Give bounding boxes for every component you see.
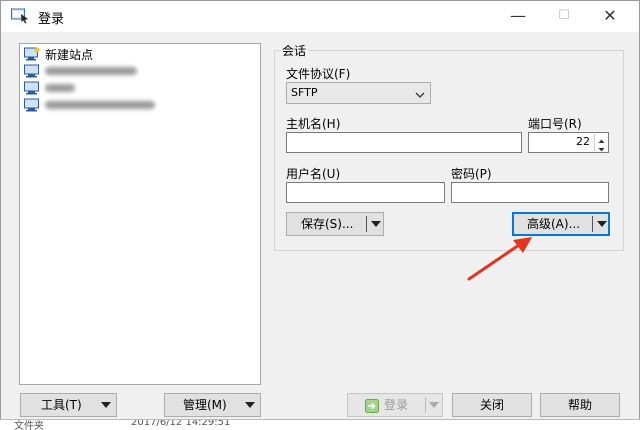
- protocol-label: 文件协议(F): [286, 67, 351, 81]
- save-button-label: 保存(S)...: [301, 217, 354, 231]
- title-bar: 登录 — ☐ ✕: [1, 1, 639, 32]
- dropdown-arrow-icon[interactable]: [371, 221, 381, 227]
- site-tree[interactable]: 新建站点: [19, 43, 261, 385]
- redacted-site-name: [45, 101, 155, 109]
- close-button[interactable]: 关闭: [452, 393, 532, 417]
- split-divider: [366, 216, 367, 232]
- stepper-down-icon[interactable]: [594, 143, 607, 152]
- help-button[interactable]: 帮助: [540, 393, 620, 417]
- app-logo-icon: [11, 8, 29, 24]
- password-label: 密码(P): [451, 167, 492, 181]
- protocol-value: SFTP: [291, 86, 318, 99]
- computer-icon: [24, 98, 40, 112]
- tree-item-site[interactable]: [24, 63, 137, 79]
- login-dialog: 登录 — ☐ ✕ 新建站点 会话 文件协议(F) SFTP 主机名(H) 端口号…: [0, 0, 640, 426]
- tools-button[interactable]: 工具(T): [20, 393, 117, 417]
- dropdown-arrow-icon: [245, 402, 255, 408]
- tools-button-label: 工具(T): [41, 398, 82, 412]
- dropdown-arrow-icon: [429, 402, 439, 408]
- stepper-up-icon[interactable]: [594, 134, 607, 143]
- tree-item-site[interactable]: [24, 97, 155, 113]
- window-title: 登录: [38, 12, 65, 27]
- tree-item-site[interactable]: [24, 80, 75, 96]
- protocol-select[interactable]: SFTP: [286, 82, 431, 104]
- background-date-text: 2017/6/12 14:29:51: [131, 419, 231, 428]
- annotation-arrow-icon: [467, 237, 532, 281]
- background-file-list: 文件夹 2017/6/12 14:29:51: [0, 419, 640, 430]
- login-button-label: 登录: [384, 398, 409, 412]
- host-input[interactable]: [286, 132, 522, 153]
- login-button[interactable]: 登录: [347, 393, 443, 417]
- username-input[interactable]: [286, 182, 445, 203]
- close-window-button[interactable]: ✕: [587, 1, 633, 32]
- computer-icon: [24, 81, 40, 95]
- manage-button[interactable]: 管理(M): [164, 393, 261, 417]
- port-label: 端口号(R): [528, 117, 582, 131]
- username-label: 用户名(U): [286, 167, 341, 181]
- computer-icon: [24, 64, 40, 78]
- tree-item-new-site[interactable]: 新建站点: [24, 46, 93, 62]
- split-divider: [425, 397, 426, 413]
- background-folder-text: 文件夹: [14, 421, 44, 430]
- new-site-icon: [24, 47, 40, 61]
- port-stepper[interactable]: 22: [528, 132, 609, 153]
- minimize-button[interactable]: —: [495, 1, 541, 32]
- close-button-label: 关闭: [479, 398, 504, 412]
- redacted-site-name: [45, 67, 137, 75]
- port-value: 22: [576, 135, 590, 148]
- tree-item-label: 新建站点: [45, 47, 94, 62]
- help-button-label: 帮助: [567, 398, 592, 412]
- manage-button-label: 管理(M): [183, 398, 227, 412]
- dropdown-arrow-icon: [101, 402, 111, 408]
- redacted-site-name: [45, 84, 75, 92]
- host-label: 主机名(H): [286, 117, 341, 131]
- dropdown-arrow-icon[interactable]: [597, 221, 607, 227]
- session-group-label: 会话: [280, 42, 309, 59]
- password-input[interactable]: [451, 182, 609, 203]
- maximize-button[interactable]: ☐: [541, 1, 587, 32]
- login-icon: [365, 398, 379, 413]
- split-divider: [592, 216, 593, 232]
- chevron-down-icon: [415, 88, 425, 102]
- save-button[interactable]: 保存(S)...: [286, 212, 384, 236]
